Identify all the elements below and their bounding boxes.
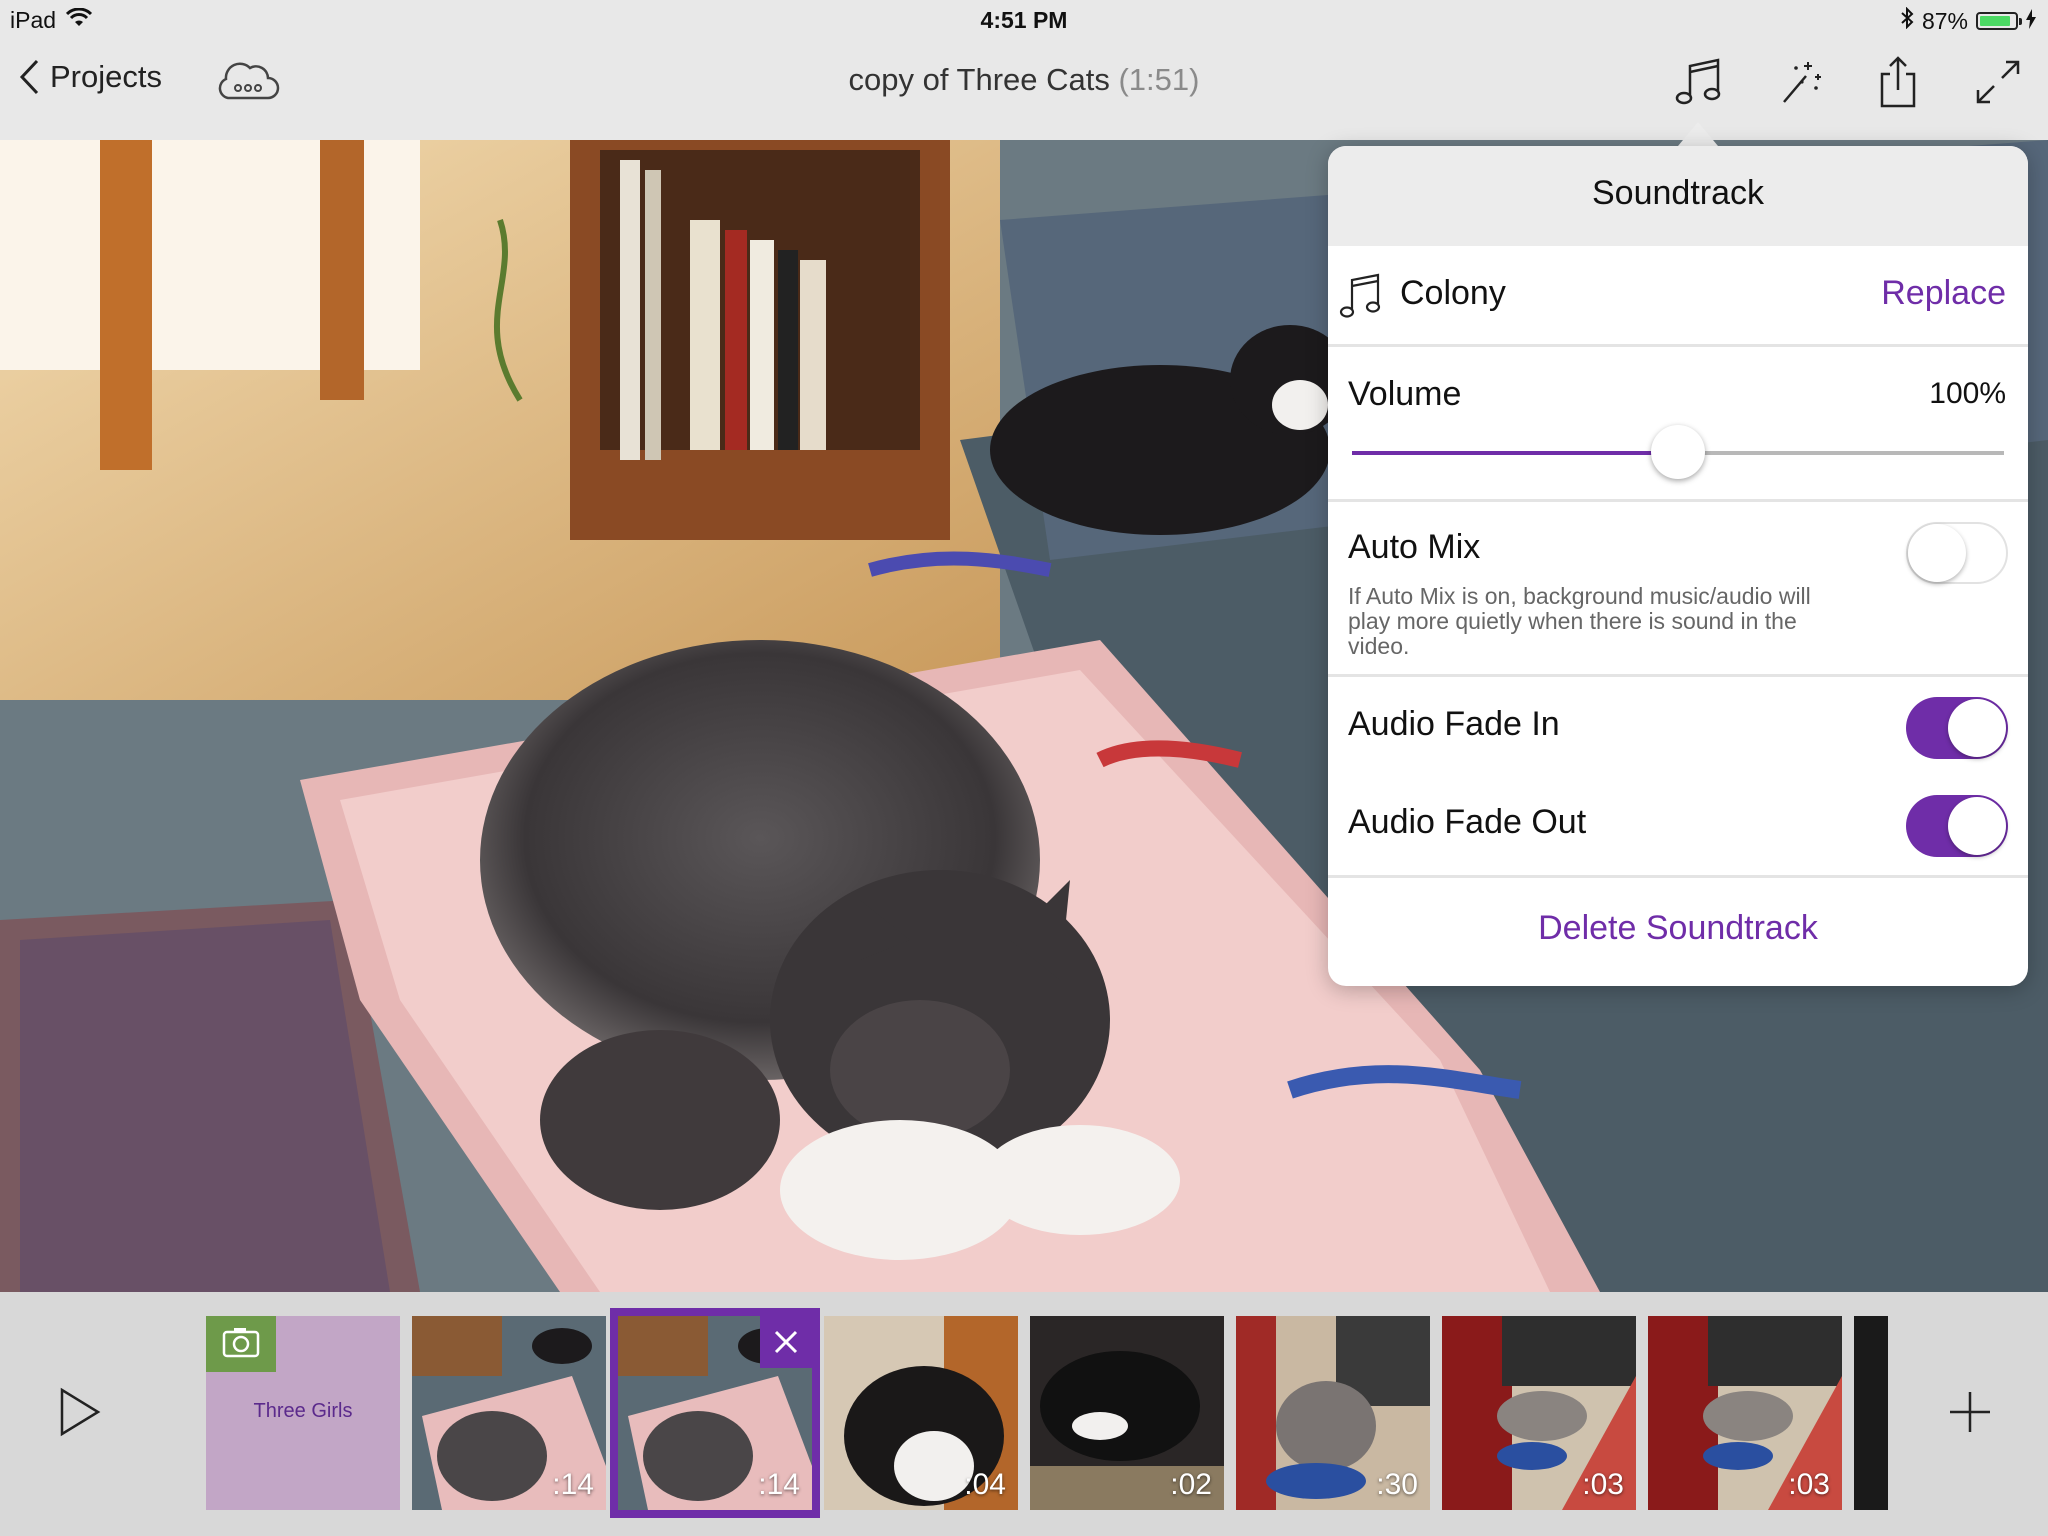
volume-label: Volume	[1348, 375, 1462, 413]
share-icon[interactable]	[1870, 54, 1926, 110]
clip-duration: :30	[1376, 1468, 1418, 1501]
audio-fade-out-label: Audio Fade Out	[1348, 803, 1587, 841]
title-card-clip[interactable]: Three Girls	[206, 1316, 400, 1510]
replace-button[interactable]: Replace	[1881, 274, 2006, 313]
automix-label: Auto Mix	[1348, 528, 1481, 566]
clip-thumbnail-partial[interactable]	[1854, 1316, 1888, 1510]
project-title: copy of Three Cats (1:51)	[0, 62, 2048, 98]
music-note-icon	[1338, 272, 1384, 325]
battery-icon	[1976, 12, 2022, 30]
play-icon[interactable]	[52, 1382, 112, 1442]
status-time: 4:51 PM	[980, 7, 1068, 33]
clip-thumbnail[interactable]: :14	[412, 1316, 606, 1510]
delete-soundtrack-button[interactable]: Delete Soundtrack	[1328, 878, 2028, 978]
popover-arrow	[1678, 122, 1718, 146]
clip-thumbnail[interactable]: :04	[824, 1316, 1018, 1510]
toggle-knob	[1948, 797, 2006, 855]
add-clip-icon[interactable]	[1940, 1382, 2000, 1442]
nav-bar: Projects copy of Three Cats (1:51)	[0, 40, 2048, 140]
toggle-knob	[1908, 524, 1966, 582]
toggle-knob	[1948, 699, 2006, 757]
magic-wand-icon[interactable]	[1772, 54, 1828, 110]
clip-duration: :14	[758, 1468, 800, 1501]
project-title-text: copy of Three Cats	[848, 62, 1110, 97]
audio-fade-in-row: Audio Fade In	[1328, 677, 2028, 775]
camera-icon	[206, 1316, 276, 1372]
music-note-icon[interactable]	[1672, 54, 1728, 110]
clip-duration: :04	[964, 1468, 1006, 1501]
audio-fade-out-toggle[interactable]	[1906, 795, 2008, 857]
clip-duration: :02	[1170, 1468, 1212, 1501]
title-card-label: Three Girls	[253, 1400, 353, 1422]
volume-slider-thumb[interactable]	[1651, 425, 1705, 479]
fullscreen-icon[interactable]	[1970, 54, 2026, 110]
volume-slider-fill	[1352, 451, 1678, 455]
volume-slider[interactable]	[1352, 425, 2004, 479]
clip-thumbnail[interactable]: :03	[1442, 1316, 1636, 1510]
automix-row: Auto Mix If Auto Mix is on, background m…	[1328, 502, 2028, 677]
charging-icon	[2026, 8, 2036, 35]
clip-thumbnail-selected[interactable]: :14	[618, 1316, 812, 1510]
battery-fill	[1980, 16, 2010, 26]
audio-fade-out-row: Audio Fade Out	[1328, 775, 2028, 878]
song-row: Colony Replace	[1328, 246, 2028, 347]
volume-value: 100%	[1929, 377, 2006, 410]
clip-thumbnail[interactable]: :30	[1236, 1316, 1430, 1510]
clip-duration: :14	[552, 1468, 594, 1501]
soundtrack-popover: Soundtrack Colony Replace Volume 100% Au…	[1328, 146, 2028, 986]
timeline: Three Girls :14 :14 :04:02:30:03:03	[0, 1292, 2048, 1536]
clip-thumbnail[interactable]: :03	[1648, 1316, 1842, 1510]
clip-duration: :03	[1788, 1468, 1830, 1501]
audio-fade-in-toggle[interactable]	[1906, 697, 2008, 759]
battery-percent: 87%	[1921, 7, 1968, 34]
volume-row: Volume 100%	[1328, 347, 2028, 502]
audio-fade-in-label: Audio Fade In	[1348, 705, 1560, 743]
popover-title: Soundtrack	[1328, 146, 2028, 246]
project-duration: (1:51)	[1118, 62, 1200, 97]
bluetooth-icon	[1900, 6, 1914, 35]
automix-description: If Auto Mix is on, background music/audi…	[1348, 583, 1811, 659]
status-bar: iPad 4:51 PM 87%	[0, 0, 2048, 40]
clip-duration: :03	[1582, 1468, 1624, 1501]
clip-thumbnail[interactable]: :02	[1030, 1316, 1224, 1510]
remove-clip-button[interactable]	[760, 1316, 812, 1368]
song-name: Colony	[1400, 274, 1506, 312]
automix-toggle[interactable]	[1906, 522, 2008, 584]
